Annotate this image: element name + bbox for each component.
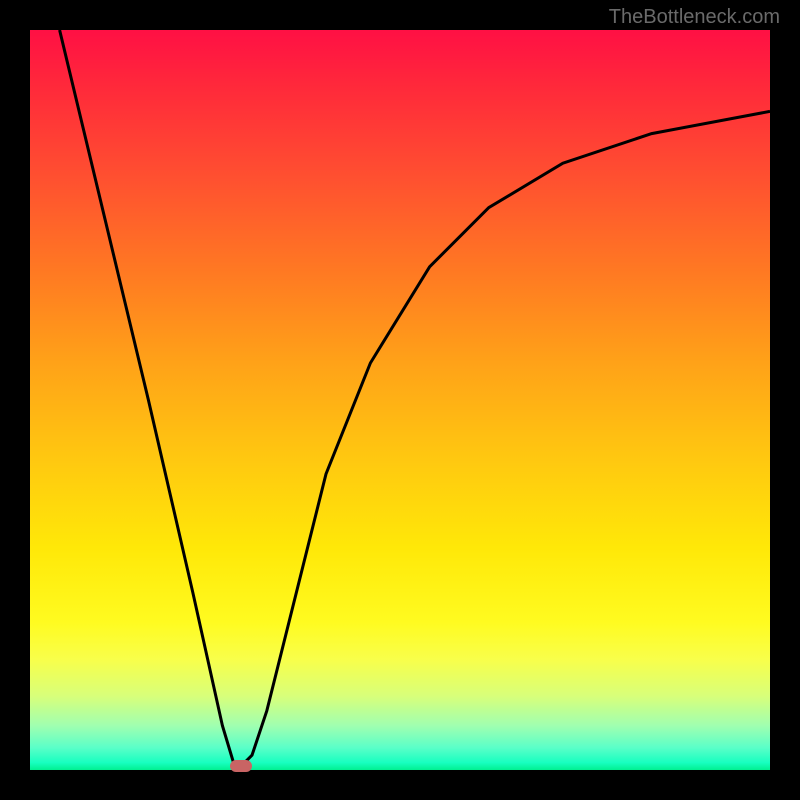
chart-svg xyxy=(30,30,770,770)
optimal-point-marker xyxy=(230,760,252,772)
bottleneck-curve xyxy=(60,30,770,766)
chart-plot-area xyxy=(30,30,770,770)
watermark-text: TheBottleneck.com xyxy=(609,6,780,29)
